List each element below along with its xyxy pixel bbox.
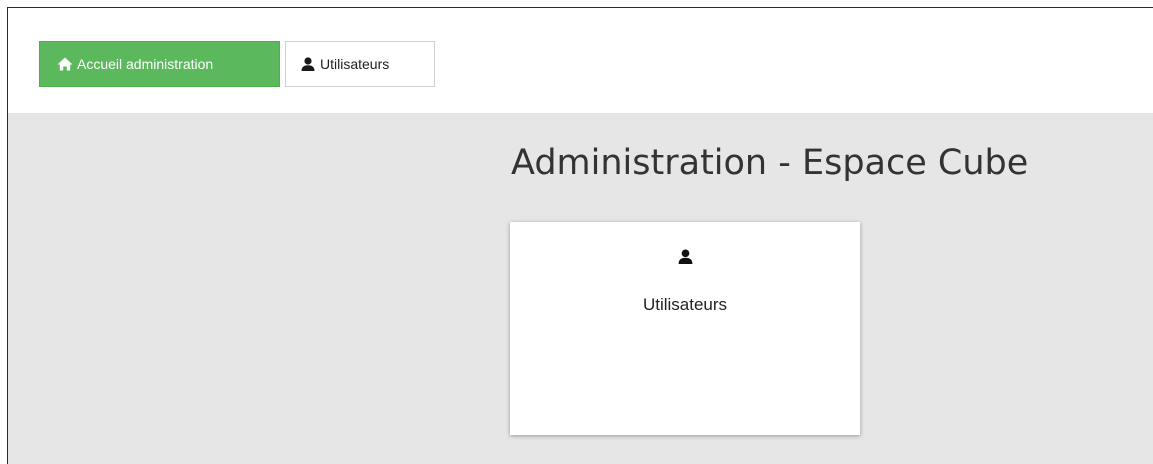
top-navbar: Accueil administration Utilisateurs (8, 8, 1153, 113)
users-nav-button[interactable]: Utilisateurs (285, 41, 435, 87)
main-content: Administration - Espace Cube Utilisateur… (8, 113, 1153, 464)
user-icon (677, 248, 694, 265)
users-card-label: Utilisateurs (642, 295, 728, 314)
home-admin-button[interactable]: Accueil administration (39, 41, 280, 87)
page-title: Administration - Espace Cube (511, 143, 1029, 183)
home-icon (57, 56, 73, 72)
users-card[interactable]: Utilisateurs (510, 222, 860, 435)
app-frame: Accueil administration Utilisateurs Admi… (7, 7, 1153, 464)
home-admin-label: Accueil administration (77, 56, 214, 72)
user-icon (300, 56, 316, 72)
users-nav-label: Utilisateurs (320, 56, 390, 72)
